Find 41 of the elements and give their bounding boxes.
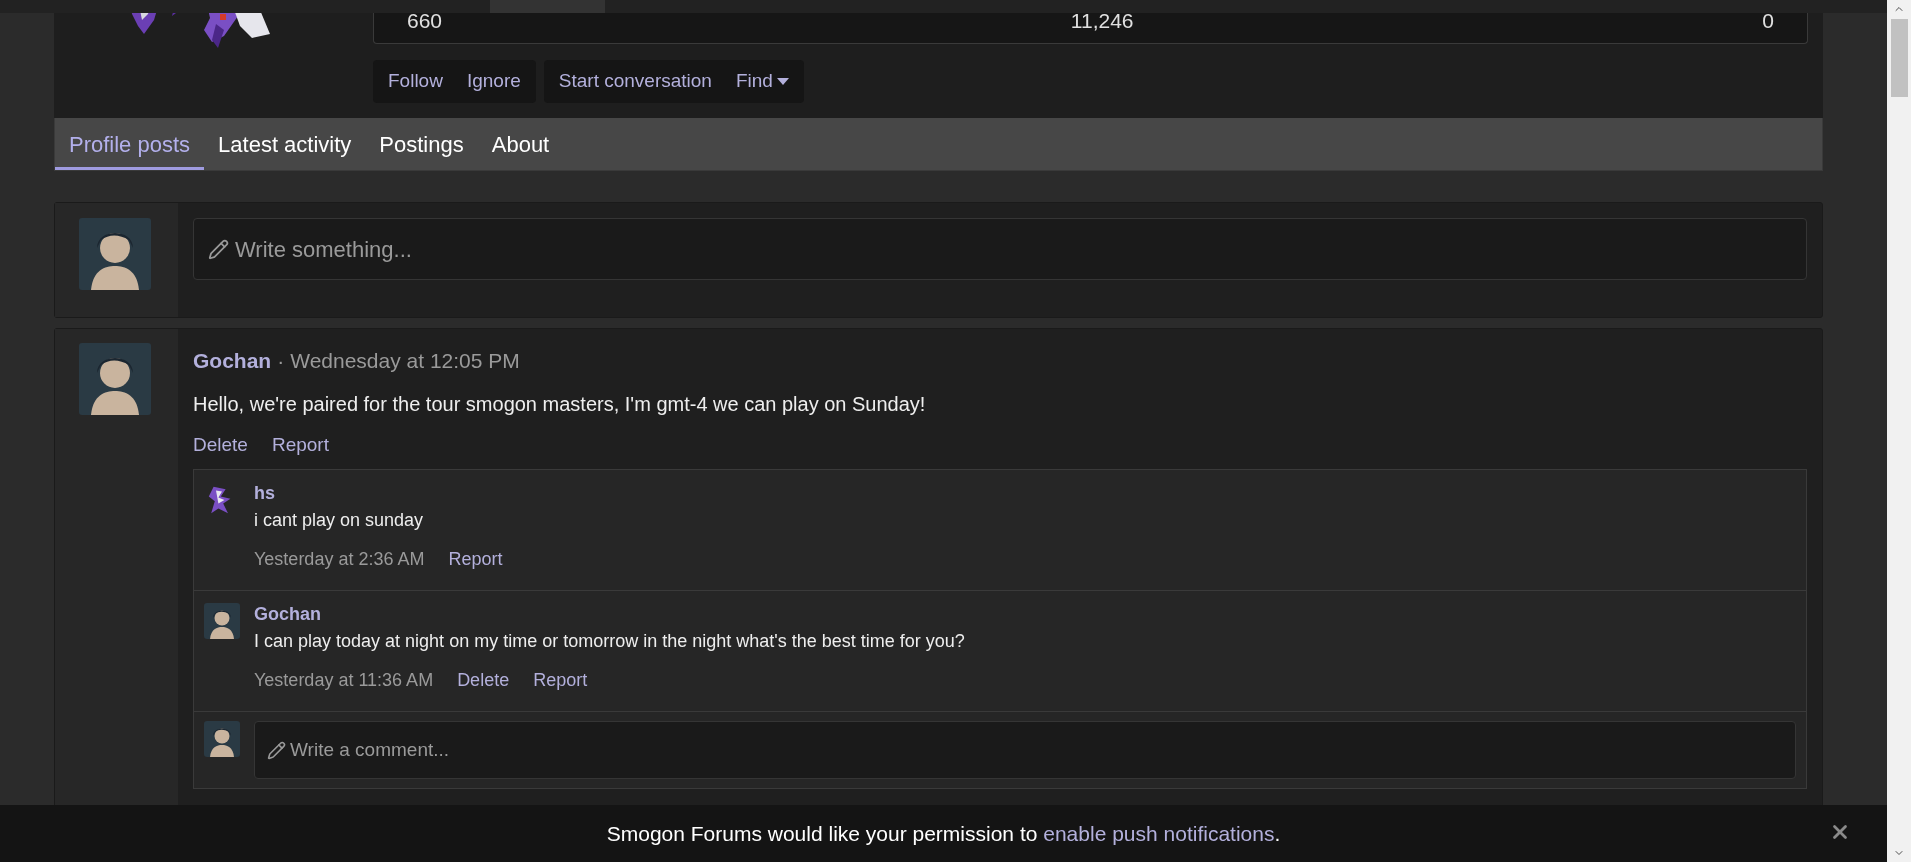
comment-author[interactable]: hs [254,480,503,507]
placeholder: Write something... [235,235,412,264]
comment-author[interactable]: Gochan [254,601,965,628]
placeholder: Write a comment... [290,737,450,762]
profile-action-button[interactable]: Follow [376,60,455,103]
notice-link[interactable]: enable push notifications [1043,821,1275,845]
stat-value: 660 [407,7,443,34]
comment-action-link[interactable]: Delete [457,667,510,694]
avatar-icon [204,721,240,757]
comment-action-link[interactable]: Report [533,667,588,694]
comment-text: I can play today at night on my time or tomorrow in the night what's the best time for you? [254,630,965,653]
profile-action-button[interactable]: Start conversation [546,60,724,103]
author-link[interactable]: Gochan [193,345,272,377]
stat-value: 0 [1762,7,1774,34]
comment-time[interactable]: Yesterday at 11:36 AM [254,667,434,694]
tab[interactable]: Latest activity [204,118,366,170]
post-action-link[interactable]: Report [271,430,329,459]
tab[interactable]: Profile posts [55,118,205,170]
comment-text: i cant play on sunday [254,509,425,532]
scrollbar[interactable] [1887,0,1911,862]
post-message: Hello, we're paired for the tour smogon masters, I'm gmt-4 we can play on Sunday! [193,391,927,417]
comment-action-link[interactable]: Report [448,546,503,573]
find-menu-button[interactable]: Find [723,60,801,103]
avatar-icon [79,343,151,415]
comment-field[interactable]: Write a comment... [254,721,1796,779]
timestamp[interactable]: Wednesday at 12:05 PM [290,345,520,377]
avatar-icon [204,603,240,639]
avatar-icon [79,218,151,290]
stat-value: 11,246 [1070,7,1134,34]
profile-action-button[interactable]: Ignore [454,60,533,103]
post-action-link[interactable]: Delete [193,430,248,459]
comment-time[interactable]: Yesterday at 2:36 AM [254,546,425,573]
input-field[interactable]: Write something... [193,218,1807,280]
tab[interactable]: Postings [365,118,478,170]
separator: · [277,348,285,374]
tab[interactable]: About [477,118,564,170]
pencil-icon [208,238,229,260]
pencil-icon [267,740,286,760]
caret-icon [776,77,789,86]
scroll-thumb[interactable] [1890,19,1908,97]
notice-text: Smogon Forums would like your permission to enable push notifications. [606,820,1281,847]
